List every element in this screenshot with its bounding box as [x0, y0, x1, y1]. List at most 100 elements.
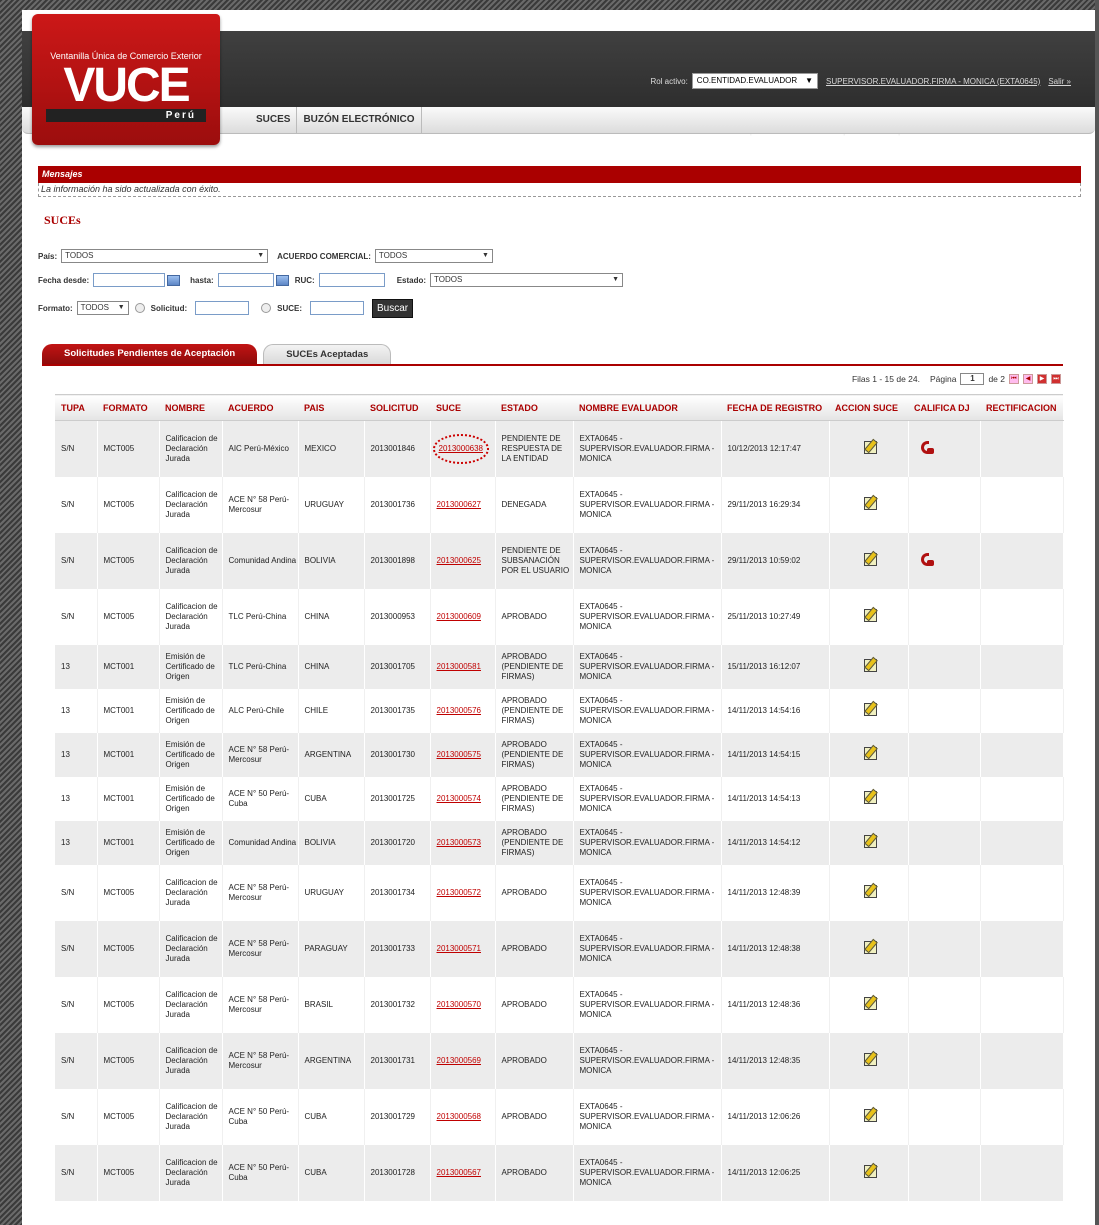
cell-estado: APROBADO (PENDIENTE DE FIRMAS): [495, 688, 574, 733]
acuerdo-text: ACE N° 50 Perú-Cuba: [228, 1106, 290, 1126]
role-select[interactable]: CO.ENTIDAD.EVALUADOR ▼: [691, 73, 819, 89]
ruc-input[interactable]: [318, 273, 385, 287]
solicitud-text: 2013001705: [370, 661, 416, 671]
edit-icon[interactable]: [863, 884, 877, 898]
column-header[interactable]: NOMBRE EVALUADOR: [573, 394, 721, 421]
suce-radio[interactable]: [261, 303, 272, 313]
suce-link[interactable]: 2013000609: [437, 612, 482, 621]
phone-icon[interactable]: [920, 440, 934, 454]
chevron-down-icon: ▼: [481, 252, 489, 259]
first-page-icon[interactable]: ⏮: [1009, 374, 1019, 384]
column-header[interactable]: FORMATO: [97, 394, 159, 421]
table-row: 13 MCT001 Emisión de Certificado de Origen…: [55, 820, 1064, 865]
edit-icon[interactable]: [863, 834, 877, 848]
edit-icon[interactable]: [863, 1108, 877, 1122]
cell-formato: MCT005: [97, 920, 160, 977]
solicitud-input[interactable]: [195, 301, 250, 315]
tab-pendientes[interactable]: Solicitudes Pendientes de Aceptación: [42, 344, 258, 364]
acuerdo-select[interactable]: TODOS ▼: [374, 249, 493, 263]
prev-page-icon[interactable]: ◀: [1023, 374, 1033, 384]
edit-icon[interactable]: [863, 658, 877, 672]
page-title: SUCEs: [44, 213, 81, 227]
solicitud-text: 2013001898: [370, 555, 416, 565]
suce-link[interactable]: 2013000627: [437, 500, 482, 509]
vuce-logo[interactable]: Ventanilla Única de Comercio Exterior VU…: [32, 14, 220, 145]
suce-link[interactable]: 2013000576: [437, 706, 482, 715]
evaluador-text: EXTA0645 - SUPERVISOR.EVALUADOR.FIRMA - …: [579, 433, 715, 463]
buscar-button[interactable]: Buscar: [372, 298, 414, 318]
column-header[interactable]: ESTADO: [495, 394, 573, 421]
column-header[interactable]: FECHA DE REGISTRO: [721, 394, 829, 421]
suce-link[interactable]: 2013000581: [437, 662, 482, 671]
top-border: [0, 0, 1099, 10]
column-header[interactable]: RECTIFICACION: [980, 394, 1063, 421]
suce-link[interactable]: 2013000575: [437, 750, 482, 759]
edit-icon[interactable]: [863, 1052, 877, 1066]
suce-link[interactable]: 2013000625: [437, 556, 482, 565]
acuerdo-text: ALC Perú-Chile: [228, 705, 285, 715]
column-header[interactable]: SOLICITUD: [364, 394, 430, 421]
column-header[interactable]: PAIS: [298, 394, 364, 421]
suce-link[interactable]: 2013000567: [437, 1168, 482, 1177]
edit-icon[interactable]: [863, 940, 877, 954]
menu-item-buzon[interactable]: BUZÓN ELECTRÓNICO: [297, 107, 422, 133]
edit-icon[interactable]: [863, 552, 877, 566]
column-header[interactable]: SUCE: [430, 394, 495, 421]
formato-select[interactable]: TODOS ▼: [76, 301, 129, 315]
pais-select[interactable]: TODOS ▼: [61, 249, 269, 263]
nombre-text: Calificacion de Declaración Jurada: [165, 545, 218, 575]
suce-link[interactable]: 2013000573: [437, 838, 482, 847]
cell-suce: 2013000568: [430, 1088, 496, 1145]
column-header[interactable]: ACCION SUCE: [829, 394, 908, 421]
calendar-icon[interactable]: [275, 274, 289, 286]
logout-link[interactable]: Salir »: [1048, 77, 1071, 86]
cell-califica: [908, 920, 981, 977]
cell-nombre: Calificacion de Declaración Jurada: [159, 864, 223, 921]
cell-estado: APROBADO: [495, 864, 574, 921]
page-input[interactable]: 1: [960, 373, 985, 385]
cell-nombre: Calificacion de Declaración Jurada: [159, 420, 223, 477]
cell-fecha: 14/11/2013 12:06:25: [721, 1144, 830, 1201]
solicitud-radio[interactable]: [134, 303, 145, 313]
suce-link[interactable]: 2013000568: [437, 1112, 482, 1121]
cell-pais: BRASIL: [298, 976, 365, 1033]
cell-accion: [829, 820, 909, 865]
cell-estado: APROBADO: [495, 920, 574, 977]
user-link[interactable]: SUPERVISOR.EVALUADOR.FIRMA - MONICA (EXT…: [826, 77, 1040, 86]
edit-icon[interactable]: [863, 1164, 877, 1178]
column-header[interactable]: TUPA: [55, 394, 97, 421]
column-header[interactable]: NOMBRE: [159, 394, 222, 421]
suce-link[interactable]: 2013000570: [437, 1000, 482, 1009]
suce-link[interactable]: 2013000638: [439, 444, 484, 453]
last-page-icon[interactable]: ⏭: [1051, 374, 1061, 384]
suce-input[interactable]: [310, 301, 365, 315]
phone-icon[interactable]: [920, 552, 934, 566]
fecha-desde-input[interactable]: [93, 273, 166, 287]
cell-nombre: Emisión de Certificado de Origen: [159, 820, 223, 865]
edit-icon[interactable]: [863, 996, 877, 1010]
acuerdo-text: ACE N° 58 Perú-Mercosur: [228, 882, 290, 902]
cell-estado: PENDIENTE DE RESPUESTA DE LA ENTIDAD: [495, 420, 574, 477]
estado-select[interactable]: TODOS ▼: [430, 273, 624, 287]
suce-link[interactable]: 2013000569: [437, 1056, 482, 1065]
suce-link[interactable]: 2013000572: [437, 888, 482, 897]
edit-icon[interactable]: [863, 746, 877, 760]
next-page-icon[interactable]: ▶: [1037, 374, 1047, 384]
column-header[interactable]: ACUERDO: [222, 394, 298, 421]
cell-califica: [908, 1032, 981, 1089]
edit-icon[interactable]: [863, 790, 877, 804]
cell-nombre: Calificacion de Declaración Jurada: [159, 1088, 223, 1145]
column-header[interactable]: CALIFICA DJ: [908, 394, 980, 421]
evaluador-text: EXTA0645 - SUPERVISOR.EVALUADOR.FIRMA - …: [579, 739, 715, 769]
cell-evaluador: EXTA0645 - SUPERVISOR.EVALUADOR.FIRMA - …: [573, 976, 722, 1033]
suce-link[interactable]: 2013000571: [437, 944, 482, 953]
menu-item-suces[interactable]: SUCES: [250, 107, 298, 133]
tab-aceptadas[interactable]: SUCEs Aceptadas: [263, 344, 392, 365]
suce-link[interactable]: 2013000574: [437, 794, 482, 803]
edit-icon[interactable]: [863, 702, 877, 716]
edit-icon[interactable]: [863, 496, 877, 510]
edit-icon[interactable]: [863, 440, 877, 454]
fecha-hasta-input[interactable]: [217, 273, 274, 287]
edit-icon[interactable]: [863, 608, 877, 622]
calendar-icon[interactable]: [167, 274, 181, 286]
